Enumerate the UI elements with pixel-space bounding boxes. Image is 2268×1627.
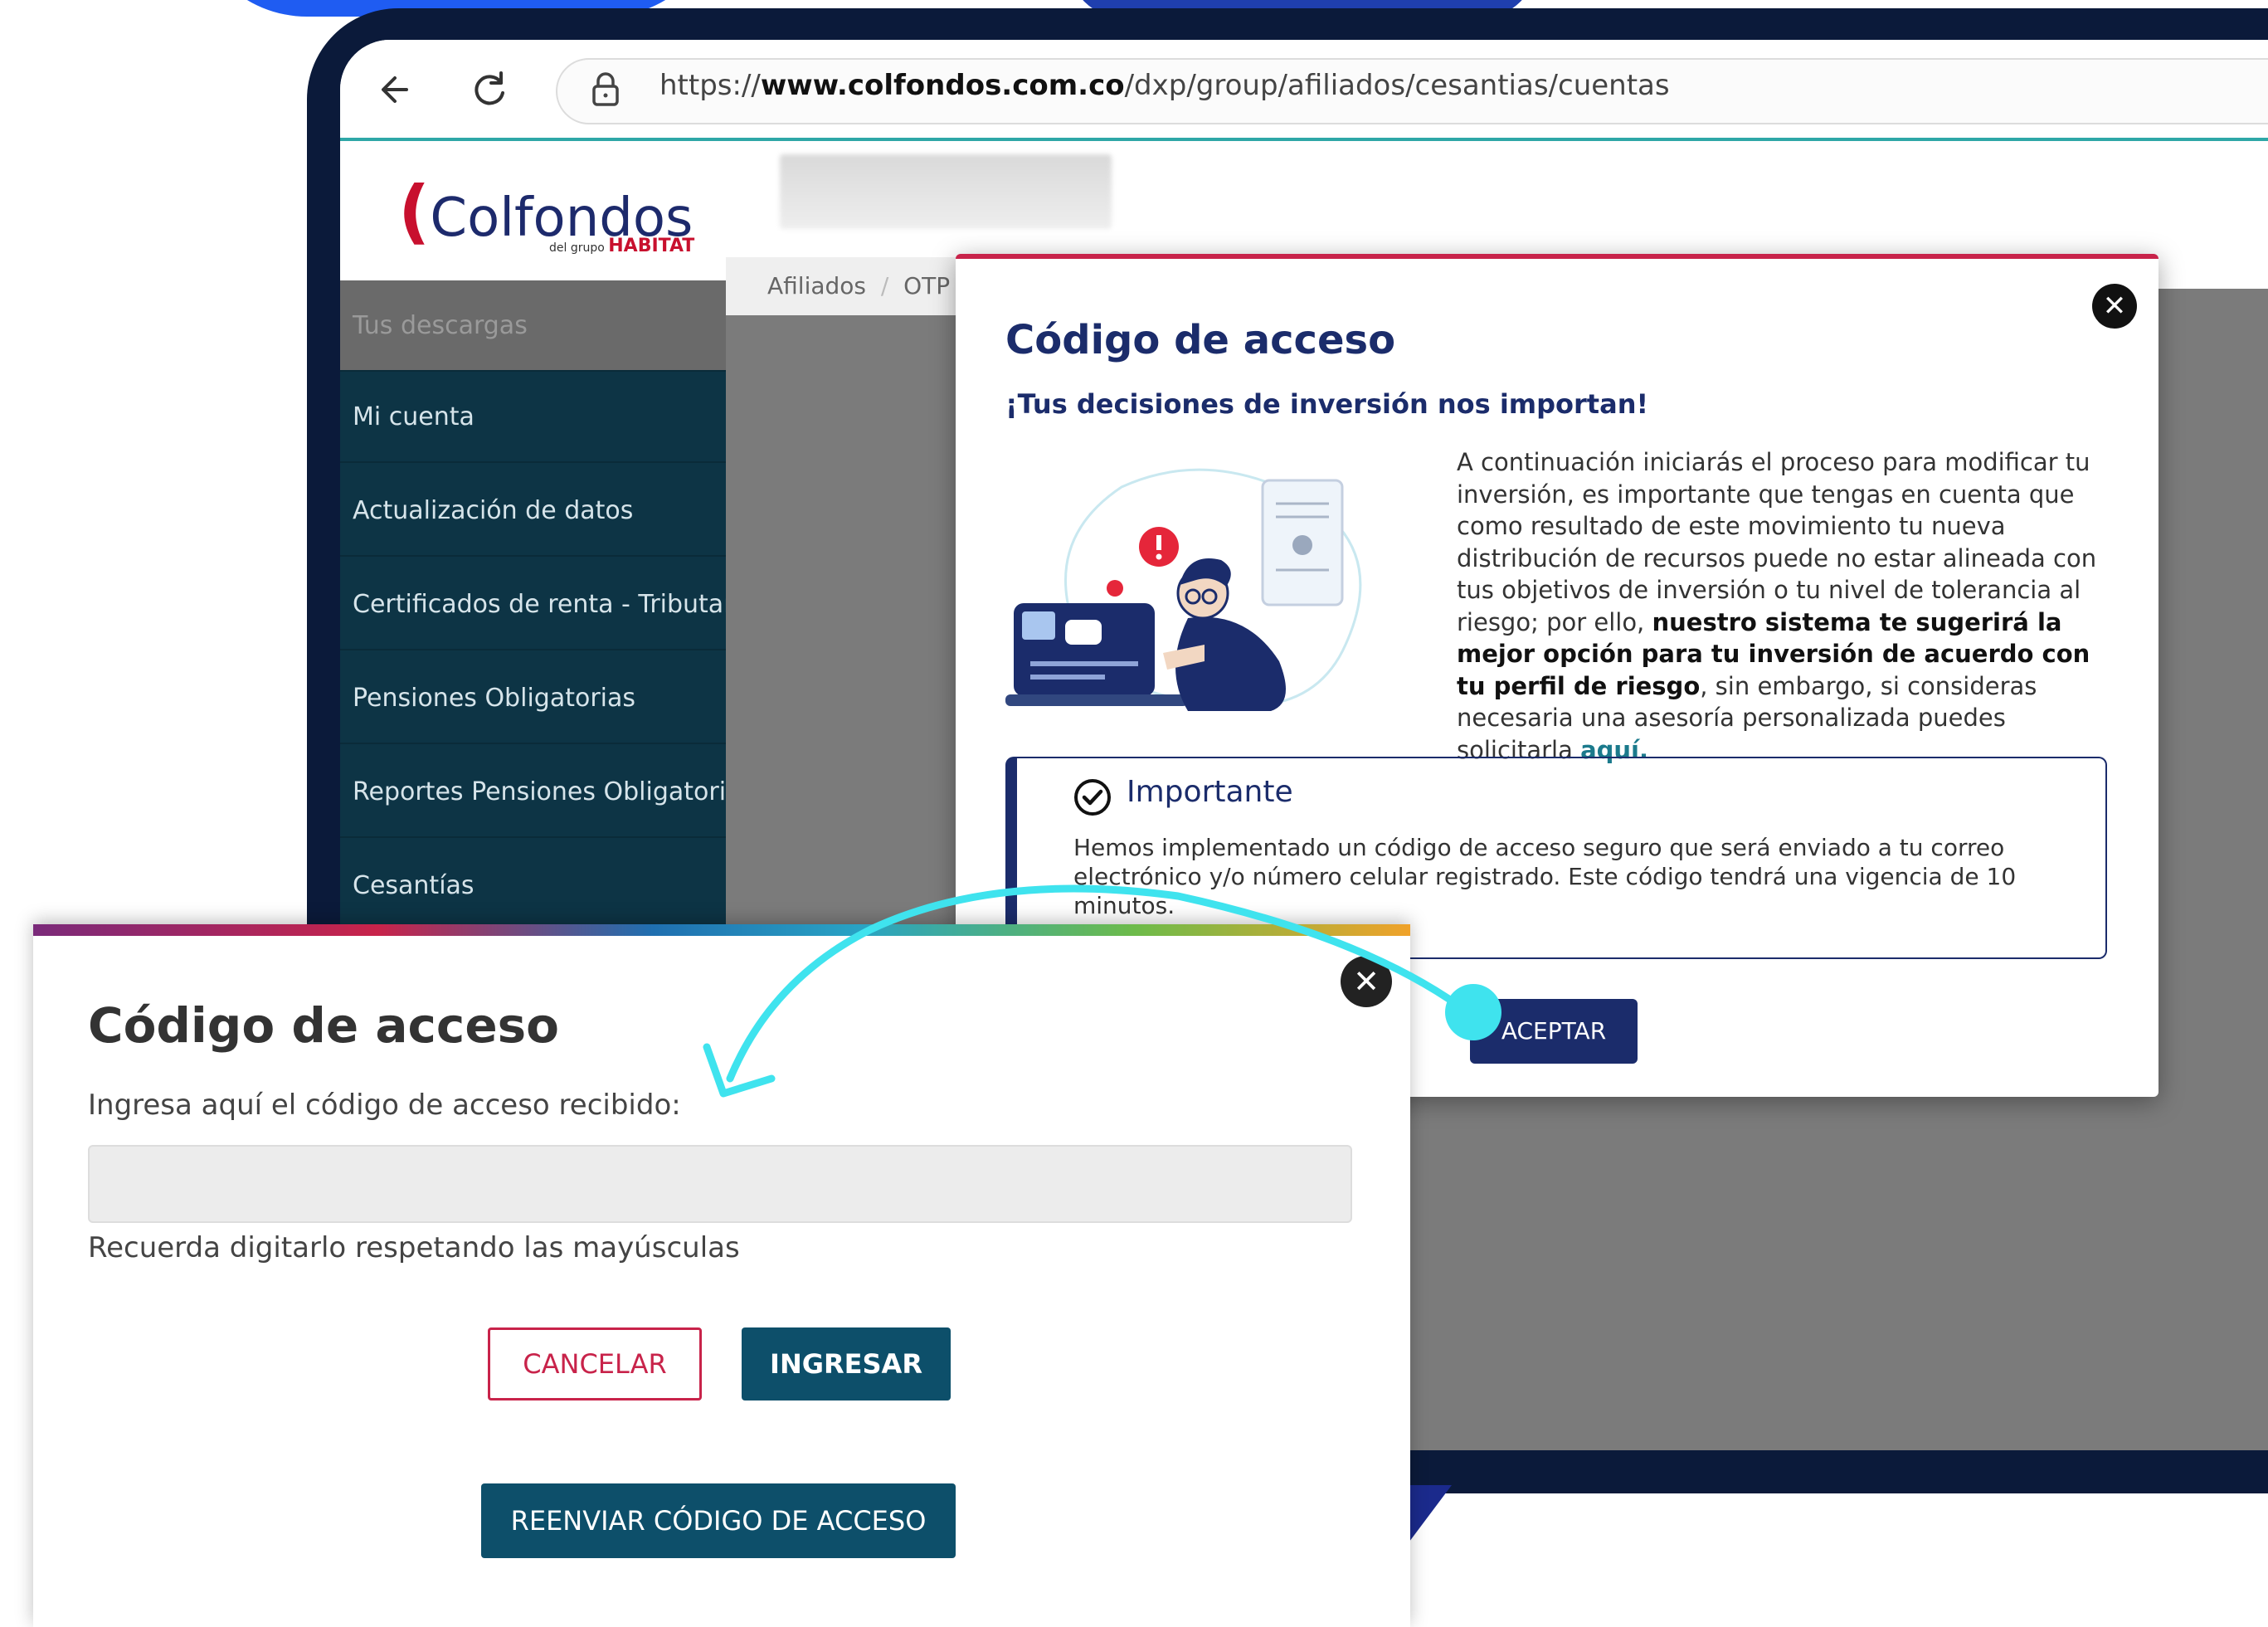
logo-sub-prefix: del grupo	[549, 241, 605, 255]
sidebar-item-certificados[interactable]: Certificados de renta - Tributario	[340, 559, 726, 650]
modal-title: Código de acceso	[88, 997, 560, 1054]
logo-subtitle: del grupo HABITAT	[549, 236, 694, 256]
url-domain: www.colfondos.com.co	[760, 69, 1125, 102]
url-prefix: https://	[659, 69, 761, 102]
sidebar-item-descargas[interactable]: Tus descargas	[340, 280, 726, 372]
sidebar-item-cesantias[interactable]: Cesantías	[340, 840, 726, 932]
access-code-entry-modal: Código de acceso ✕ Ingresa aquí el códig…	[33, 924, 1410, 1627]
important-text: Hemos implementado un código de acceso s…	[1073, 834, 2017, 919]
sidebar-item-reportes[interactable]: Reportes Pensiones Obligatorias	[340, 747, 726, 838]
modal-subtitle: ¡Tus decisiones de inversión nos importa…	[1005, 388, 1649, 420]
browser-toolbar: https://www.colfondos.com.co/dxp/group/a…	[340, 40, 2268, 141]
reload-icon[interactable]	[465, 65, 514, 114]
close-icon[interactable]: ✕	[2092, 284, 2137, 329]
lock-icon[interactable]	[589, 70, 622, 110]
logo-sub-brand: HABITAT	[608, 236, 695, 256]
url-path: /dxp/group/afiliados/cesantias/cuentas	[1124, 69, 1670, 102]
blurred-welcome	[780, 154, 1112, 229]
rainbow-top-bar	[33, 924, 1410, 936]
logo-mark: (	[398, 171, 431, 252]
investment-illustration	[997, 454, 1395, 728]
important-title: Importante	[1127, 775, 1293, 809]
resend-code-button[interactable]: REENVIAR CÓDIGO DE ACCESO	[481, 1483, 956, 1558]
access-code-label: Ingresa aquí el código de acceso recibid…	[88, 1089, 681, 1122]
close-icon[interactable]: ✕	[1341, 956, 1392, 1007]
sidebar-item-pensiones[interactable]: Pensiones Obligatorias	[340, 653, 726, 744]
url-text[interactable]: https://www.colfondos.com.co/dxp/group/a…	[659, 69, 1670, 102]
sidebar-item-mi-cuenta[interactable]: Mi cuenta	[340, 372, 726, 463]
modal-title: Código de acceso	[1005, 317, 1396, 363]
breadcrumb-item-afiliados[interactable]: Afiliados	[767, 272, 866, 300]
accept-button[interactable]: ACEPTAR	[1470, 999, 1638, 1064]
access-code-input[interactable]	[88, 1145, 1352, 1223]
breadcrumb-separator: /	[880, 272, 889, 300]
modal-body-text: A continuación iniciarás el proceso para…	[1457, 446, 2104, 766]
case-sensitive-hint: Recuerda digitarlo respetando las mayúsc…	[88, 1231, 740, 1264]
arrow-left-icon[interactable]	[373, 65, 423, 114]
cancel-button[interactable]: CANCELAR	[488, 1327, 702, 1400]
sidebar-item-actualizacion[interactable]: Actualización de datos	[340, 465, 726, 557]
breadcrumb-item-otp[interactable]: OTP	[903, 272, 950, 300]
submit-button[interactable]: INGRESAR	[742, 1327, 951, 1400]
breadcrumb: Afiliados / OTP	[726, 257, 975, 315]
check-circle-icon	[1073, 778, 1112, 816]
